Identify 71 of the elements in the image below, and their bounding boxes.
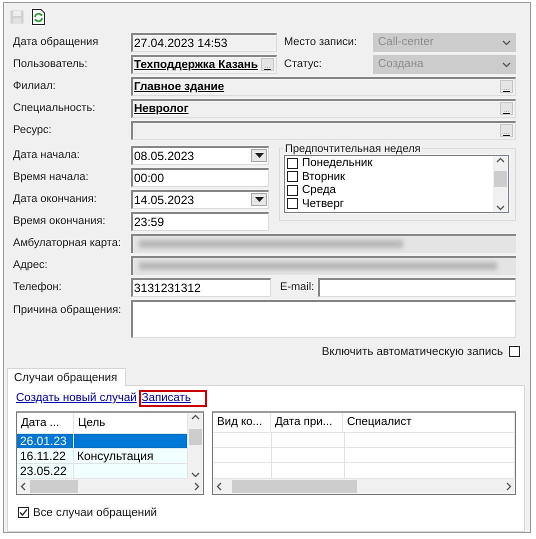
weekday-label[interactable]: Четверг (302, 198, 344, 210)
checkbox[interactable] (287, 171, 298, 182)
date-field[interactable]: 27.04.2023 14:53 (131, 32, 277, 52)
user-field[interactable]: Техподдержка Казань ... (131, 54, 277, 74)
time-field[interactable]: 00:00 (131, 168, 269, 187)
dropdown-button[interactable] (251, 193, 267, 206)
field-label: Адрес: (13, 259, 49, 272)
scroll-thumb[interactable] (30, 480, 78, 493)
field-label: Причина обращения: (13, 302, 122, 316)
field-label: Пользователь: (13, 58, 88, 70)
scroll-up-icon[interactable] (191, 412, 200, 422)
scroll-down-icon[interactable] (191, 470, 200, 479)
field-label: Амбулаторная карта: (13, 237, 122, 250)
time-field[interactable]: 23:59 (131, 212, 269, 231)
field-label: Место записи: (284, 36, 358, 48)
column-header[interactable]: Вид ко... (213, 412, 271, 432)
field-label: Специальность: (13, 102, 96, 114)
field-label: Дата обращения (13, 36, 100, 48)
refresh-icon[interactable] (32, 8, 45, 25)
scroll-right-icon[interactable] (504, 482, 513, 491)
table-cell: 23.05.22 (17, 464, 74, 478)
triangle-down-icon (254, 197, 264, 202)
field-label: E-mail: (280, 281, 316, 294)
scroll-right-icon[interactable] (192, 482, 201, 491)
checkbox[interactable] (287, 158, 298, 169)
weekday-label[interactable]: Среда (302, 184, 336, 196)
field-label: Дата начала: (13, 149, 81, 162)
group-title: Предпочтительная неделя (284, 142, 422, 155)
specialty-field[interactable]: Невролог ... (131, 98, 516, 118)
table-row[interactable]: 16.11.22 Консультация (17, 448, 188, 464)
field-label: Дата окончания: (13, 193, 98, 206)
checkbox-label: Все случаи обращений (33, 506, 157, 519)
checkbox-label: Включить автоматическую запись (322, 346, 503, 358)
checkbox[interactable] (287, 198, 298, 210)
field-label: Статус: (284, 58, 323, 70)
field-label: Телефон: (13, 281, 63, 294)
table-cell: 16.11.22 (17, 448, 74, 463)
field-label: Время начала: (13, 171, 90, 184)
scroll-up-icon[interactable] (496, 156, 505, 165)
field-label: Филиал: (13, 80, 57, 92)
date-field[interactable]: 14.05.2023 (131, 190, 269, 209)
checkmark-icon (19, 508, 28, 518)
reason-field[interactable] (131, 300, 516, 338)
triangle-down-icon (254, 153, 264, 158)
email-field[interactable] (318, 278, 516, 297)
checkbox[interactable] (18, 507, 29, 518)
scroll-left-icon[interactable] (215, 482, 224, 491)
column-header[interactable]: Дата ... (17, 412, 74, 433)
scroll-thumb[interactable] (494, 170, 507, 187)
scroll-thumb[interactable] (232, 480, 357, 493)
branch-field[interactable]: Главное здание ... (131, 76, 516, 96)
dropdown-button[interactable] (251, 149, 267, 162)
link[interactable]: Записать (142, 392, 191, 404)
link[interactable]: Создать новый случай (16, 392, 137, 404)
phone-field[interactable]: 3131231312 (131, 278, 271, 297)
checkbox[interactable] (287, 184, 298, 196)
table-row[interactable]: 26.01.23 (17, 434, 188, 449)
field-label: Время окончания: (13, 215, 106, 228)
field-label: Ресурс: (13, 124, 53, 136)
date-field[interactable]: 08.05.2023 (131, 146, 269, 165)
column-header[interactable]: Специалист (343, 412, 515, 432)
table-cell: 26.01.23 (17, 434, 74, 448)
scroll-thumb[interactable] (189, 428, 202, 445)
weekday-label[interactable]: Вторник (302, 170, 346, 183)
scroll-down-icon[interactable] (496, 202, 505, 212)
tab[interactable]: Случаи обращения (7, 368, 126, 386)
table-row[interactable]: 23.05.22 (17, 464, 188, 479)
weekday-label[interactable]: Понедельник (302, 157, 372, 170)
checkbox[interactable] (509, 346, 520, 358)
scroll-left-icon[interactable] (19, 482, 28, 491)
column-header[interactable]: Дата при... (271, 412, 343, 432)
